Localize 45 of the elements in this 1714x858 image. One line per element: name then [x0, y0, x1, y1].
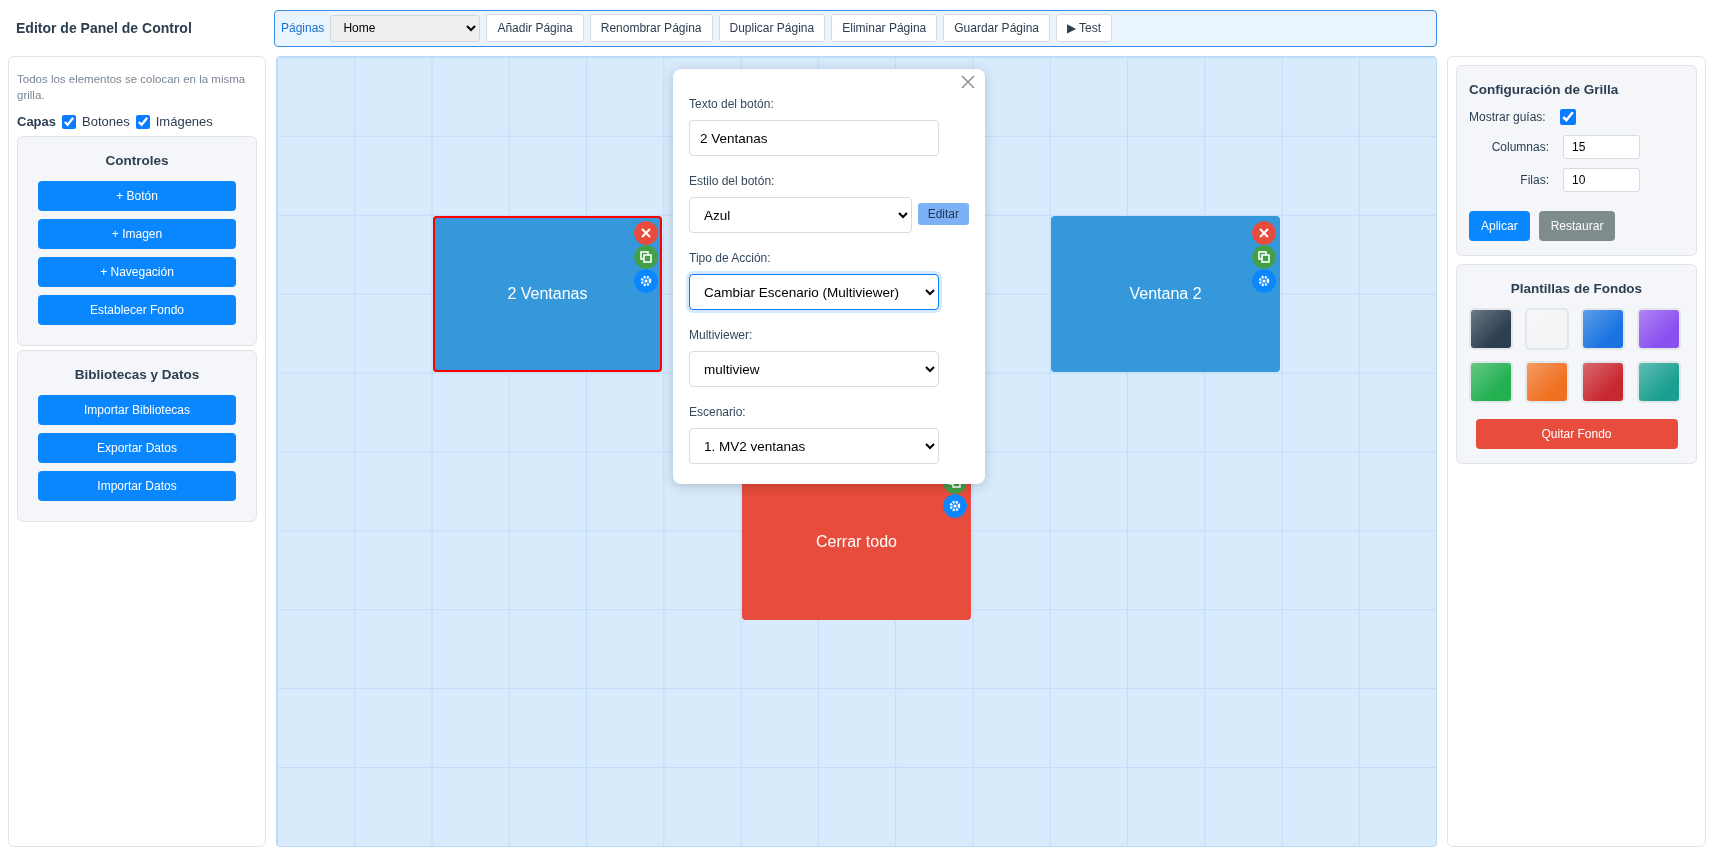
section-title: Controles [104, 151, 170, 170]
page-select[interactable]: Home [330, 14, 481, 42]
button-label: Ventana 2 [1129, 283, 1202, 304]
action-button[interactable]: Importar Bibliotecas [38, 395, 236, 425]
toolbar-button[interactable]: Guardar Página [943, 14, 1050, 42]
number-field[interactable]: 10 [1563, 168, 1640, 193]
field-label: Filas: [1519, 172, 1549, 190]
button-label: 2 Ventanas [507, 283, 588, 304]
toolbar-button[interactable]: Duplicar Página [718, 14, 826, 42]
checkbox-label: Imágenes [155, 113, 213, 131]
section-title: Plantillas de Fondos [1509, 280, 1644, 299]
dropdown[interactable]: Cambiar Escenario (Multiviewer) [689, 274, 939, 310]
edit-button[interactable]: Editar [917, 203, 969, 225]
field-label: Tipo de Acción: [689, 250, 772, 267]
hint-text: Todos los elementos se colocan en la misma grilla. [17, 72, 247, 103]
toolbar-button[interactable]: ▶ Test [1056, 14, 1113, 42]
action-button[interactable]: Importar Datos [38, 471, 236, 501]
section-title: Bibliotecas y Datos [73, 365, 201, 384]
dropdown[interactable]: 1. MV2 ventanas [689, 428, 939, 464]
action-button[interactable]: + Navegación [38, 256, 236, 287]
action-button[interactable]: + Imagen [38, 218, 236, 249]
toolbar-button[interactable]: Renombrar Página [589, 14, 713, 42]
toolbar-button[interactable]: Eliminar Página [831, 14, 938, 42]
button-label: Cerrar todo [816, 532, 897, 553]
field-label: Columnas: [1490, 139, 1549, 157]
action-button[interactable]: Exportar Datos [38, 433, 236, 463]
number-field[interactable]: 15 [1563, 135, 1640, 160]
layers-label: Capas [17, 113, 57, 131]
field-label: Estilo del botón: [689, 173, 776, 190]
app-title: Editor de Panel de Control [15, 18, 193, 38]
section-title: Configuración de Grilla [1469, 81, 1620, 99]
action-button[interactable]: + Botón [38, 180, 236, 211]
toolbar-label: Páginas [281, 20, 325, 37]
field-label: Escenario: [689, 404, 747, 421]
field-label: Multiviewer: [689, 327, 754, 344]
text-field[interactable]: 2 Ventanas [689, 120, 939, 156]
field-label: Texto del botón: [689, 96, 775, 113]
checkbox-label: Botones [82, 113, 130, 131]
checkbox-label: Mostrar guías: [1469, 109, 1546, 127]
apply-button[interactable]: Aplicar [1469, 211, 1530, 242]
action-button[interactable]: Establecer Fondo [38, 294, 236, 325]
dropdown[interactable]: multiview [689, 351, 939, 387]
remove-background-button[interactable]: Quitar Fondo [1475, 418, 1678, 449]
toolbar-button[interactable]: Añadir Página [486, 14, 584, 42]
dropdown[interactable]: Azul [689, 197, 912, 233]
